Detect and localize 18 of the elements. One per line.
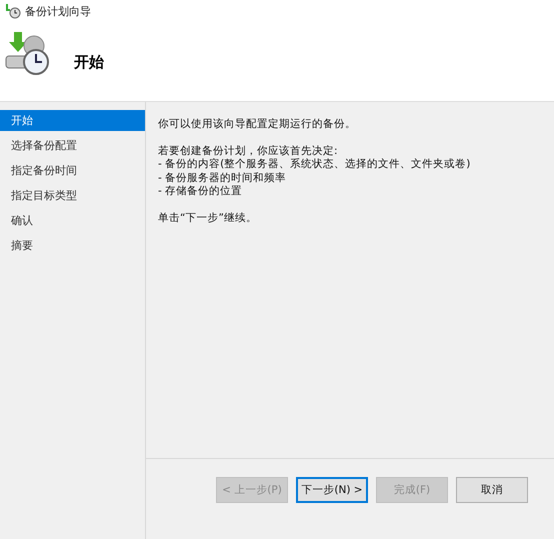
step-item[interactable]: 选择备份配置: [0, 135, 145, 156]
description-text: - 备份的内容(整个服务器、系统状态、选择的文件、文件夹或卷): [158, 158, 472, 172]
description-text: 若要创建备份计划，你应该首先决定:: [158, 144, 339, 158]
wizard-button[interactable]: 取消: [456, 477, 528, 503]
step-item[interactable]: 摘要: [0, 235, 145, 256]
description-text: - 存储备份的位置: [158, 185, 244, 198]
description-text: - 备份服务器的时间和频率: [158, 172, 288, 185]
step-item[interactable]: 指定目标类型: [0, 185, 145, 206]
window-title: 备份计划向导: [25, 4, 91, 18]
description-text: 单击“下一步”继续。: [158, 212, 258, 225]
backup-clock-icon: [5, 3, 21, 19]
wizard-button[interactable]: 下一步(N) >: [296, 477, 368, 503]
page-heading: 开始: [74, 53, 104, 72]
step-item[interactable]: 指定备份时间: [0, 160, 145, 181]
step-item[interactable]: 开始: [0, 110, 145, 131]
step-item[interactable]: 确认: [0, 210, 145, 231]
backup-drive-clock-icon: [4, 30, 52, 78]
description-text: 你可以使用该向导配置定期运行的备份。: [158, 118, 357, 132]
